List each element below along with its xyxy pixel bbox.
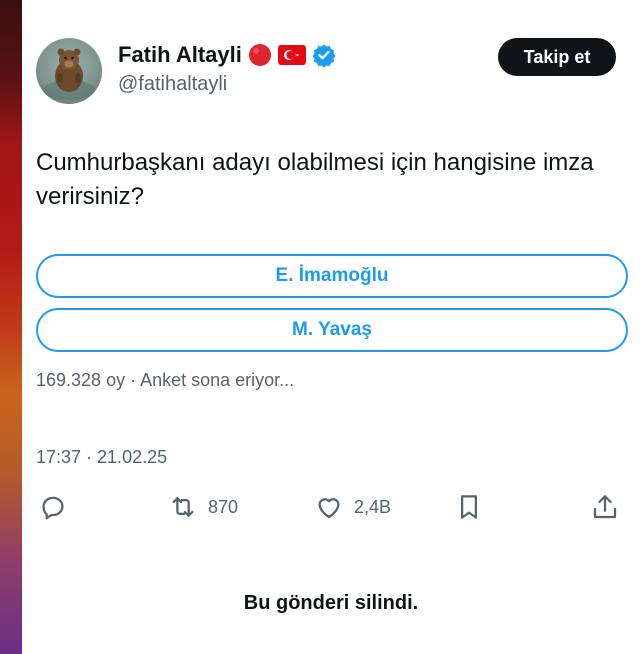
reply-icon — [38, 492, 68, 522]
retweet-icon — [168, 492, 198, 522]
bookmark-icon — [454, 492, 484, 522]
bookmark-button[interactable] — [454, 492, 484, 522]
poll-meta: 169.328 oy · Anket sona eriyor... — [36, 370, 295, 390]
turkey-flag-icon — [277, 45, 306, 65]
bear-avatar-image — [43, 48, 95, 100]
follow-button[interactable]: Takip et — [498, 38, 616, 76]
tweet-timestamp[interactable]: 17:37 · 21.02.25 — [36, 447, 167, 468]
retweet-count: 870 — [208, 496, 239, 517]
like-button[interactable]: 2,4B — [314, 492, 391, 522]
share-icon — [590, 492, 620, 522]
action-bar: 870 2,4B — [36, 492, 630, 532]
reply-button[interactable] — [38, 492, 68, 522]
author-row: Fatih Altayli — [118, 42, 336, 68]
heart-icon — [314, 492, 344, 522]
background-edge — [0, 0, 22, 654]
share-button[interactable] — [590, 492, 620, 522]
tweet-text: Cumhurbaşkanı adayı olabilmesi için hang… — [36, 149, 594, 210]
poll-option-1[interactable]: E. İmamoğlu — [36, 254, 628, 298]
deleted-notice: Bu gönderi silindi. — [243, 592, 419, 614]
like-count: 2,4B — [354, 496, 392, 517]
retweet-button[interactable]: 870 — [168, 492, 238, 522]
tweet-card: Fatih Altayli @fatihaltayli Takip et Cum… — [22, 0, 640, 654]
author-handle[interactable]: @fatihaltayli — [118, 73, 227, 96]
author-name[interactable]: Fatih Altayli — [118, 42, 242, 68]
poll-option-2[interactable]: M. Yavaş — [36, 308, 628, 352]
red-circle-icon — [248, 43, 272, 67]
avatar[interactable] — [36, 38, 102, 104]
verified-icon — [312, 43, 336, 67]
